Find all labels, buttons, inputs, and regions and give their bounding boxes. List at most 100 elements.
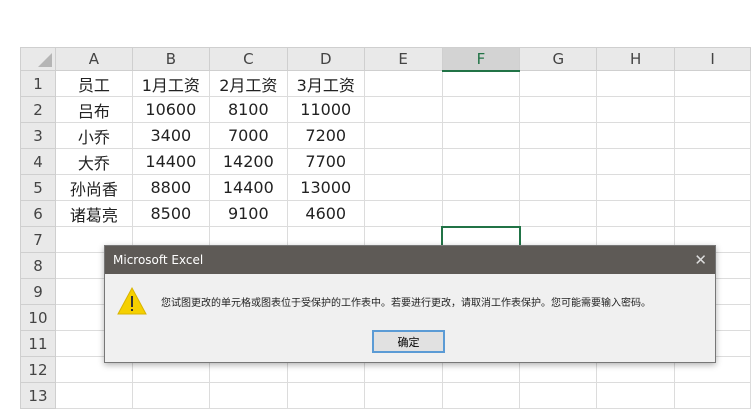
cell-A1[interactable]: 员工 [54, 70, 133, 97]
table-row: 2 吕布 10600 8100 11000 [20, 96, 751, 123]
cell-A5[interactable]: 孙尚香 [54, 174, 133, 201]
cell-F13[interactable] [441, 382, 521, 409]
cell-H5[interactable] [596, 174, 676, 201]
cell-G2[interactable] [519, 96, 598, 123]
table-row: 6 诸葛亮 8500 9100 4600 [20, 200, 751, 227]
column-header-B[interactable]: B [131, 47, 210, 71]
column-header-H[interactable]: H [596, 47, 676, 71]
cell-G1[interactable] [519, 70, 598, 97]
column-header-F[interactable]: F [441, 47, 521, 72]
cell-F4[interactable] [441, 148, 521, 175]
cell-D3[interactable]: 7200 [286, 122, 365, 149]
cell-B4[interactable]: 14400 [131, 148, 210, 175]
cell-A13[interactable] [54, 382, 133, 409]
cell-H4[interactable] [596, 148, 676, 175]
cell-B1[interactable]: 1月工资 [131, 70, 210, 97]
column-header-G[interactable]: G [519, 47, 598, 71]
dialog-titlebar: Microsoft Excel ✕ [105, 246, 715, 274]
cell-A3[interactable]: 小乔 [54, 122, 133, 149]
cell-C2[interactable]: 8100 [208, 96, 288, 123]
cell-I1[interactable] [674, 70, 751, 97]
table-row: 5 孙尚香 8800 14400 13000 [20, 174, 751, 201]
row-header-1[interactable]: 1 [20, 70, 56, 97]
cell-G6[interactable] [519, 200, 598, 227]
row-header-13[interactable]: 13 [20, 382, 56, 409]
table-row: 4 大乔 14400 14200 7700 [20, 148, 751, 175]
cell-C1[interactable]: 2月工资 [208, 70, 288, 97]
cell-H3[interactable] [596, 122, 676, 149]
cell-D1[interactable]: 3月工资 [286, 70, 365, 97]
cell-E6[interactable] [363, 200, 443, 227]
cell-E1[interactable] [363, 70, 443, 97]
cell-D13[interactable] [286, 382, 365, 409]
row-header-10[interactable]: 10 [20, 304, 56, 331]
cell-B2[interactable]: 10600 [131, 96, 210, 123]
column-header-C[interactable]: C [208, 47, 288, 71]
select-all-corner[interactable] [20, 47, 56, 71]
row-header-8[interactable]: 8 [20, 252, 56, 279]
cell-A2[interactable]: 吕布 [54, 96, 133, 123]
ok-button[interactable]: 确定 [372, 330, 445, 353]
cell-F2[interactable] [441, 96, 521, 123]
cell-I3[interactable] [674, 122, 751, 149]
cell-I4[interactable] [674, 148, 751, 175]
column-header-A[interactable]: A [54, 47, 133, 71]
dialog-message: 您试图更改的单元格或图表位于受保护的工作表中。若要进行更改，请取消工作表保护。您… [161, 297, 651, 309]
cell-B3[interactable]: 3400 [131, 122, 210, 149]
cell-G5[interactable] [519, 174, 598, 201]
row-header-4[interactable]: 4 [20, 148, 56, 175]
cell-I5[interactable] [674, 174, 751, 201]
cell-E3[interactable] [363, 122, 443, 149]
cell-C13[interactable] [208, 382, 288, 409]
cell-A6[interactable]: 诸葛亮 [54, 200, 133, 227]
cell-B5[interactable]: 8800 [131, 174, 210, 201]
cell-B13[interactable] [131, 382, 210, 409]
cell-G13[interactable] [519, 382, 598, 409]
table-row: 13 [20, 382, 751, 409]
cell-C6[interactable]: 9100 [208, 200, 288, 227]
cell-D2[interactable]: 11000 [286, 96, 365, 123]
cell-H6[interactable] [596, 200, 676, 227]
cell-F5[interactable] [441, 174, 521, 201]
cell-E5[interactable] [363, 174, 443, 201]
cell-C3[interactable]: 7000 [208, 122, 288, 149]
cell-I2[interactable] [674, 96, 751, 123]
column-header-E[interactable]: E [363, 47, 443, 71]
dialog-title: Microsoft Excel [113, 253, 204, 267]
cell-F3[interactable] [441, 122, 521, 149]
cell-I6[interactable] [674, 200, 751, 227]
column-header-D[interactable]: D [286, 47, 365, 71]
cell-I13[interactable] [674, 382, 751, 409]
cell-F1[interactable] [441, 70, 521, 97]
row-header-2[interactable]: 2 [20, 96, 56, 123]
cell-E4[interactable] [363, 148, 443, 175]
close-icon[interactable]: ✕ [694, 251, 707, 269]
column-header-I[interactable]: I [674, 47, 751, 71]
row-header-6[interactable]: 6 [20, 200, 56, 227]
row-header-7[interactable]: 7 [20, 226, 56, 253]
table-row: 1 员工 1月工资 2月工资 3月工资 [20, 70, 751, 97]
row-header-5[interactable]: 5 [20, 174, 56, 201]
cell-D6[interactable]: 4600 [286, 200, 365, 227]
cell-G4[interactable] [519, 148, 598, 175]
cell-E2[interactable] [363, 96, 443, 123]
warning-icon [117, 286, 147, 315]
cell-A4[interactable]: 大乔 [54, 148, 133, 175]
cell-F6[interactable] [441, 200, 521, 227]
table-row: 3 小乔 3400 7000 7200 [20, 122, 751, 149]
cell-H2[interactable] [596, 96, 676, 123]
row-header-9[interactable]: 9 [20, 278, 56, 305]
row-header-3[interactable]: 3 [20, 122, 56, 149]
cell-B6[interactable]: 8500 [131, 200, 210, 227]
protected-sheet-dialog: Microsoft Excel ✕ 您试图更改的单元格或图表位于受保护的工作表中… [104, 245, 716, 363]
cell-C4[interactable]: 14200 [208, 148, 288, 175]
cell-D5[interactable]: 13000 [286, 174, 365, 201]
cell-C5[interactable]: 14400 [208, 174, 288, 201]
row-header-12[interactable]: 12 [20, 356, 56, 383]
cell-E13[interactable] [363, 382, 443, 409]
cell-H1[interactable] [596, 70, 676, 97]
cell-D4[interactable]: 7700 [286, 148, 365, 175]
row-header-11[interactable]: 11 [20, 330, 56, 357]
cell-G3[interactable] [519, 122, 598, 149]
cell-H13[interactable] [596, 382, 676, 409]
